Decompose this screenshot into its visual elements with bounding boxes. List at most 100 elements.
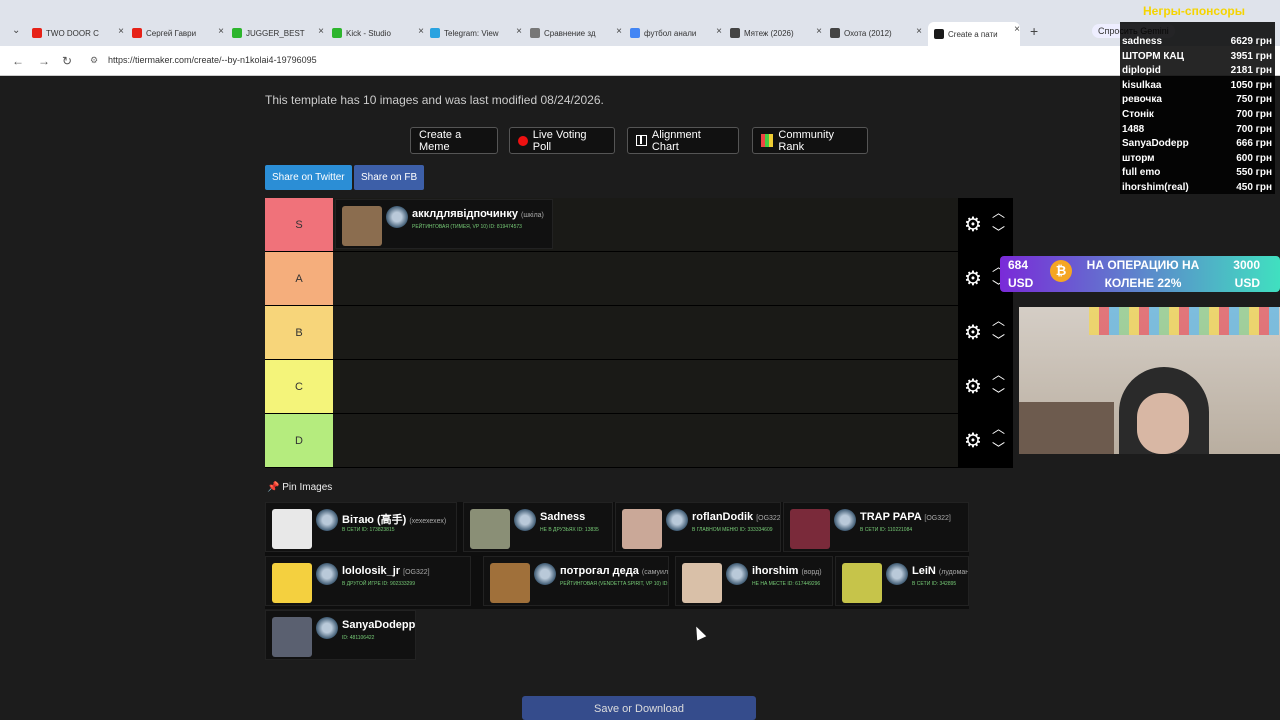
live-voting-poll-button[interactable]: Live Voting Poll [509,127,615,154]
share-twitter-button[interactable]: Share on Twitter [265,165,352,190]
tier-drop-zone[interactable] [333,414,958,467]
chevron-down-icon[interactable]: ﹀ [992,384,1005,403]
donor-name: шторм [1122,152,1155,164]
donor-name: ihorshim(real) [1122,182,1189,193]
browser-tab[interactable]: Сравнение зд × [530,24,622,42]
player-nickname: lololosik_jr [OG322] [342,565,430,577]
player-card[interactable]: SanyaDodepp ID: 481106422 [265,610,416,660]
community-rank-button[interactable]: Community Rank [752,127,868,154]
tab-favicon-icon [430,28,440,38]
tab-close-icon[interactable]: × [916,26,922,37]
player-name: Вітаю (高手) [342,514,407,526]
chevron-up-icon[interactable]: ︿ [992,418,1005,437]
new-tab-button[interactable]: + [1030,23,1038,39]
player-avatar [790,509,830,549]
donation-row: SanyaDodepp 666 грн [1122,138,1272,149]
tab-search-chevron-icon[interactable]: ⌄ [12,25,20,36]
player-status: В СЕТИ ID: 110221084 [860,527,913,533]
tab-close-icon[interactable]: × [516,26,522,37]
save-download-button[interactable]: Save or Download [522,696,756,720]
goal-total-value: 3000 [1233,258,1260,272]
gear-icon[interactable]: ⚙ [964,212,982,237]
donor-name: Стонік [1122,109,1154,120]
chevron-up-icon[interactable]: ︿ [992,364,1005,383]
player-tag: (хехехехех) [409,518,447,525]
donation-row: Стонік 700 грн [1122,109,1272,120]
player-card[interactable]: roflanDodik [OG322] В ГЛАВНОМ МЕНЮ ID: 33… [615,502,781,552]
player-status: РЕЙТИНГОВАЯ (ТИМЕЯ, VP 10) ID: 819474573 [412,224,522,230]
player-card[interactable]: TRAP PAPA [OG322] В СЕТИ ID: 110221084 [783,502,969,552]
tier-drop-zone[interactable]: акклдлявідпочинку (шкіла) РЕЙТИНГОВАЯ (ТИ… [333,198,958,251]
tier-drop-zone[interactable] [333,306,958,359]
tab-close-icon[interactable]: × [716,26,722,37]
browser-tab[interactable]: футбол анали × [630,24,722,42]
back-icon[interactable]: ← [12,54,24,68]
create-meme-button[interactable]: Create a Meme [410,127,498,154]
browser-tab[interactable]: TWO DOOR C × [32,24,124,42]
reload-icon[interactable]: ↻ [62,54,72,68]
browser-tab[interactable]: Create a пати × [928,22,1020,46]
player-nickname: TRAP PAPA [OG322] [860,511,951,523]
browser-tab[interactable]: Мятеж (2026) × [730,24,822,42]
gear-icon[interactable]: ⚙ [964,374,982,399]
rank-medal-icon [886,563,908,585]
donation-row: sadness 6629 грн [1122,36,1272,47]
gear-icon[interactable]: ⚙ [964,320,982,345]
player-card[interactable]: Вітаю (高手) (хехехехех) В СЕТИ ID: 1738238… [265,502,457,552]
player-card[interactable]: LeiN (лудоман) В СЕТИ ID: 342895 [835,556,969,606]
forward-icon[interactable]: → [38,54,50,68]
player-card[interactable]: ihorshim (ворд) НЕ НА МЕСТЕ ID: 617449296 [675,556,833,606]
donation-row: ihorshim(real) 450 грн [1122,182,1272,193]
pin-images-area: Вітаю (高手) (хехехехех) В СЕТИ ID: 1738238… [265,502,969,660]
url-field[interactable]: https://tiermaker.com/create/--by-n1kola… [108,55,317,65]
rank-medal-icon [316,617,338,639]
donor-name: kisulkaa [1122,79,1162,91]
gear-icon[interactable]: ⚙ [964,266,982,291]
chevron-down-icon[interactable]: ﹀ [992,438,1005,457]
tier-label[interactable]: C [265,360,333,413]
player-card[interactable]: потрогал деда (самуил) РЕЙТИНГОВАЯ (VENDE… [483,556,669,606]
browser-tab[interactable]: Kick - Studio × [332,24,424,42]
browser-tab[interactable]: Охота (2012) × [830,24,922,42]
tab-close-icon[interactable]: × [418,26,424,37]
tab-label: Охота (2012) [844,28,892,38]
tier-label[interactable]: D [265,414,333,467]
tier-drop-zone[interactable] [333,360,958,413]
player-tag: (самуил) [641,569,669,576]
player-card[interactable]: Sadness НЕ В ДРУЗЬЯХ ID: 13835 [463,502,613,552]
tier-drop-zone[interactable] [333,252,958,305]
alignment-chart-button[interactable]: Alignment Chart [627,127,739,154]
player-card[interactable]: lololosik_jr [OG322] В ДРУГОЙ ИГРЕ ID: 90… [265,556,471,606]
template-info: This template has 10 images and was last… [265,93,604,107]
player-status: РЕЙТИНГОВАЯ (VENDETTA SPIRIT, VP 10) ID:… [560,581,669,587]
tier-label[interactable]: A [265,252,333,305]
donation-amount: 600 грн [1236,152,1272,164]
goal-title: НА ОПЕРАЦИЮ НА КОЛЕНЕ 22% [1086,258,1200,290]
player-nickname: ihorshim (ворд) [752,565,822,577]
chevron-down-icon[interactable]: ﹀ [992,222,1005,241]
share-fb-button[interactable]: Share on FB [354,165,425,190]
chevron-up-icon[interactable]: ︿ [992,310,1005,329]
player-card[interactable]: акклдлявідпочинку (шкіла) РЕЙТИНГОВАЯ (ТИ… [335,199,553,249]
browser-tab-bar: ⌄ TWO DOOR C × Сергей Гаври × JUGGER_BEST × Ki… [0,0,1280,46]
tab-close-icon[interactable]: × [616,26,622,37]
tier-label[interactable]: S [265,198,333,251]
donation-amount: 700 грн [1236,123,1272,135]
site-info-icon[interactable]: ⚙ [90,55,98,66]
tab-close-icon[interactable]: × [1014,24,1020,35]
tab-close-icon[interactable]: × [816,26,822,37]
tab-close-icon[interactable]: × [218,26,224,37]
tab-close-icon[interactable]: × [118,26,124,37]
tab-close-icon[interactable]: × [318,26,324,37]
chevron-up-icon[interactable]: ︿ [992,202,1005,221]
browser-tab[interactable]: Сергей Гаври × [132,24,224,42]
browser-tab[interactable]: Telegram: View × [430,24,522,42]
browser-tab[interactable]: JUGGER_BEST × [232,24,324,42]
tier-label[interactable]: B [265,306,333,359]
tab-favicon-icon [332,28,342,38]
player-nickname: Вітаю (高手) (хехехехех) [342,511,446,527]
gear-icon[interactable]: ⚙ [964,428,982,453]
player-tag: [OG322] [924,515,951,522]
chevron-down-icon[interactable]: ﹀ [992,330,1005,349]
tab-label: Telegram: View [444,28,499,38]
